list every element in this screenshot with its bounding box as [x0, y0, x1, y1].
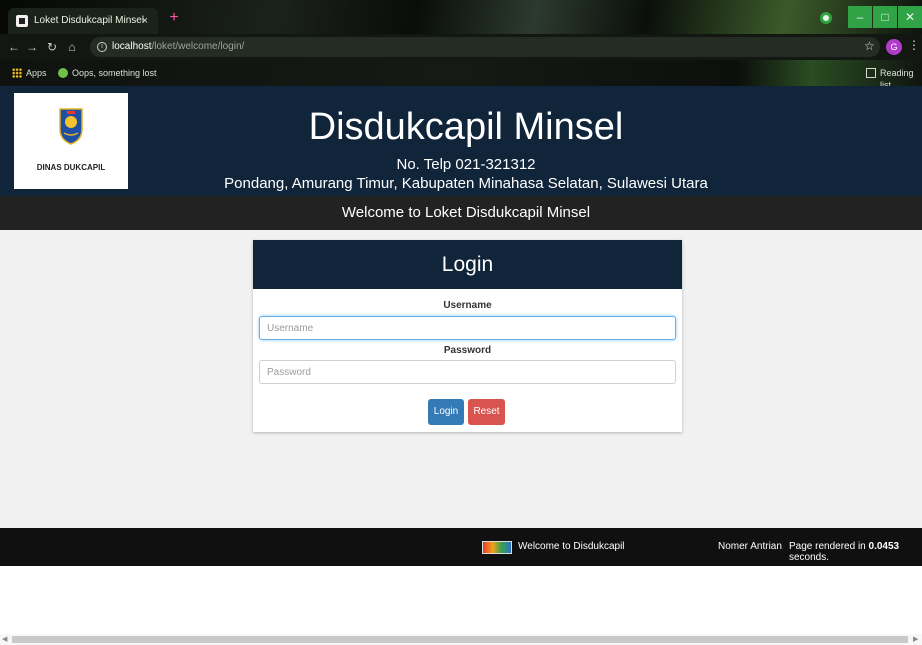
header-phone: No. Telp 021-321312	[396, 156, 536, 173]
footer-render-time: Page rendered in 0.0453 seconds.	[789, 541, 922, 563]
render-seconds: 0.0453	[868, 541, 900, 552]
footer-queue-link[interactable]: Nomer Antrian	[718, 541, 782, 552]
main-content: Login Username Password Login Reset	[0, 230, 922, 528]
browser-menu-icon[interactable]: ⋮	[908, 38, 920, 52]
new-tab-button[interactable]: +	[165, 9, 183, 27]
globe-icon	[58, 68, 68, 78]
username-input[interactable]	[259, 316, 676, 340]
password-input[interactable]	[259, 360, 676, 384]
scrollbar-thumb[interactable]	[12, 636, 908, 643]
bookmark-apps[interactable]: Apps	[12, 67, 47, 79]
scroll-right-arrow-icon[interactable]: ▶	[913, 635, 918, 643]
bookmark-apps-label: Apps	[26, 68, 47, 78]
render-suffix: seconds.	[789, 552, 830, 563]
page-favicon-icon	[16, 15, 28, 27]
browser-tab[interactable]: Loket Disdukcapil Minsel ×	[8, 8, 158, 34]
bookmark-oops[interactable]: Oops, something lost	[58, 67, 157, 79]
window-close-button[interactable]: ✕	[898, 6, 922, 28]
bookmark-star-icon[interactable]: ☆	[864, 39, 875, 53]
window-maximize-button[interactable]: □	[873, 6, 897, 28]
site-info-icon[interactable]: i	[97, 42, 107, 52]
profile-avatar[interactable]: G	[886, 39, 902, 55]
login-panel: Login Username Password Login Reset	[253, 240, 682, 432]
url-input[interactable]: i localhost/loket/welcome/login/	[90, 37, 880, 57]
login-heading: Login	[253, 240, 682, 289]
login-button[interactable]: Login	[428, 399, 464, 425]
home-icon[interactable]: ⌂	[64, 39, 80, 55]
forward-arrow-icon[interactable]: →	[24, 39, 40, 55]
welcome-banner: Welcome to Loket Disdukcapil Minsel	[0, 196, 922, 230]
back-arrow-icon[interactable]: ←	[6, 39, 22, 55]
scroll-left-arrow-icon[interactable]: ◀	[2, 635, 7, 643]
window-minimize-button[interactable]: –	[848, 6, 872, 28]
reading-list-icon	[866, 68, 876, 78]
url-path: /loket/welcome/login/	[151, 41, 245, 52]
site-header: DINAS DUKCAPIL Disdukcapil Minsel No. Te…	[0, 86, 922, 196]
horizontal-scrollbar[interactable]: ◀ ▶	[0, 634, 922, 645]
browser-tabbar: Loket Disdukcapil Minsel × + – □ ✕	[0, 0, 922, 34]
bookmark-oops-label: Oops, something lost	[72, 68, 157, 78]
bookmarks-bar: Apps Oops, something lost Reading list	[0, 60, 922, 90]
address-bar-row: ← → ↻ ⌂ i localhost/loket/welcome/login/…	[0, 34, 922, 60]
apps-grid-icon	[12, 68, 22, 78]
page-viewport: DINAS DUKCAPIL Disdukcapil Minsel No. Te…	[0, 86, 922, 645]
footer-welcome: Welcome to Disdukcapil	[518, 541, 625, 552]
username-label: Username	[443, 300, 492, 311]
tab-title: Loket Disdukcapil Minsel	[34, 15, 145, 26]
render-prefix: Page rendered in	[789, 541, 869, 552]
reading-list-button[interactable]: Reading list	[866, 67, 922, 90]
tab-close-icon[interactable]: ×	[142, 8, 148, 34]
url-host: localhost	[112, 41, 152, 52]
header-address: Pondang, Amurang Timur, Kabupaten Minaha…	[224, 175, 708, 192]
welcome-badge-icon	[482, 541, 512, 554]
password-label: Password	[443, 345, 492, 356]
page-title: Disdukcapil Minsel	[308, 106, 624, 148]
site-footer: Welcome to Disdukcapil Nomer Antrian Pag…	[0, 528, 922, 566]
reload-icon[interactable]: ↻	[44, 39, 60, 55]
reset-button[interactable]: Reset	[468, 399, 505, 425]
extension-icon[interactable]	[820, 12, 832, 24]
